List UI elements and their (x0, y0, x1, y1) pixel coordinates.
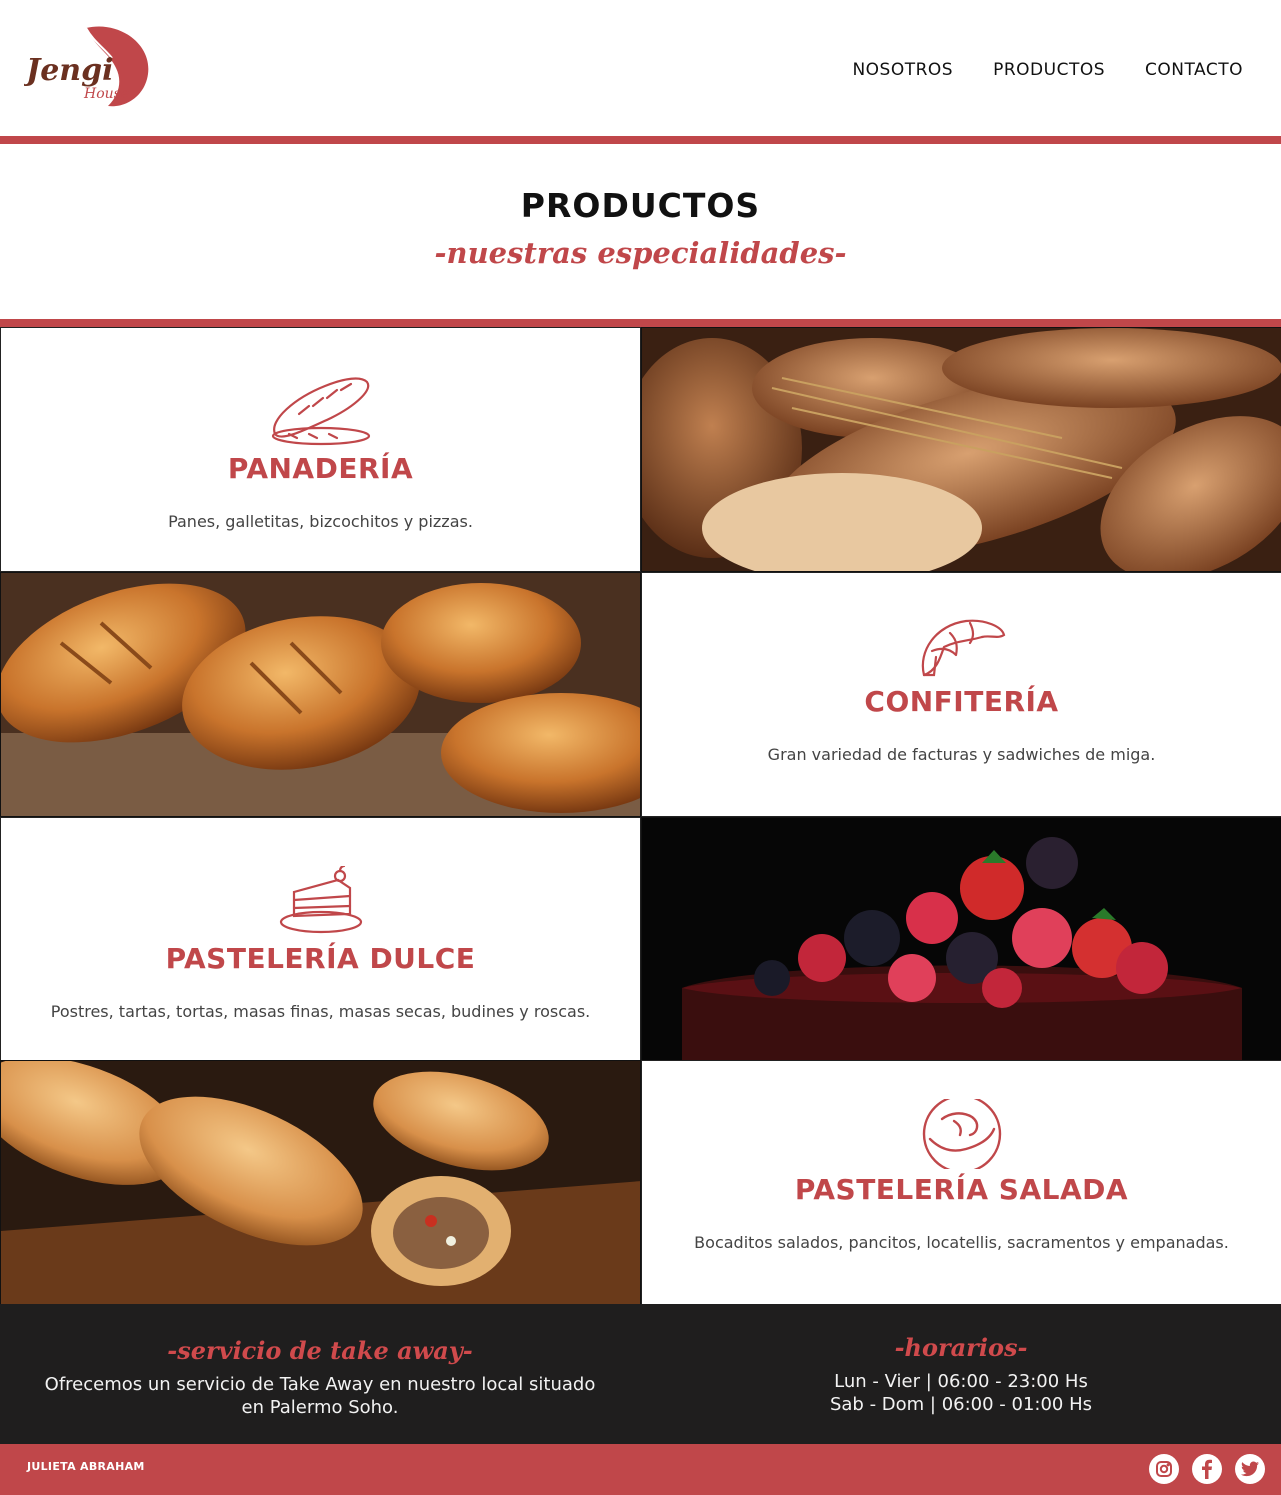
category-description: Gran variedad de facturas y sadwiches de… (767, 745, 1156, 764)
takeaway-text: Ofrecemos un servicio de Take Away en nu… (44, 1374, 596, 1418)
bread-photo (641, 327, 1281, 572)
category-description: Bocaditos salados, pancitos, locatellis,… (694, 1233, 1229, 1252)
hours-weekend: Sab - Dom | 06:00 - 01:00 Hs (829, 1394, 1093, 1415)
header-divider (0, 136, 1281, 144)
author-credit: JULIETA ABRAHAM (27, 1460, 145, 1473)
category-card-panaderia[interactable]: PANADERÍA Panes, galletitas, bizcochitos… (0, 327, 641, 572)
svg-text:Jengi: Jengi (24, 53, 113, 88)
category-card-confiteria[interactable]: CONFITERÍA Gran variedad de facturas y s… (641, 572, 1281, 817)
instagram-icon[interactable] (1149, 1454, 1179, 1484)
nav-link-productos[interactable]: PRODUCTOS (993, 60, 1105, 80)
title-section: PRODUCTOS -nuestras especialidades- (0, 144, 1281, 319)
cake-icon (278, 864, 364, 942)
category-title: PASTELERÍA DULCE (165, 942, 476, 975)
facebook-icon[interactable] (1192, 1454, 1222, 1484)
site-header: Jengi House NOSOTROS PRODUCTOS CONTACTO (0, 0, 1281, 136)
site-footer: JULIETA ABRAHAM (0, 1444, 1281, 1495)
bread-icon (265, 376, 377, 450)
nav-link-contacto[interactable]: CONTACTO (1145, 60, 1243, 80)
category-description: Postres, tartas, tortas, masas finas, ma… (50, 1002, 591, 1021)
category-title: PANADERÍA (227, 452, 414, 485)
croissant-icon (916, 611, 1008, 685)
nav-link-nosotros[interactable]: NOSOTROS (852, 60, 953, 80)
category-title: CONFITERÍA (864, 685, 1059, 718)
products-grid: PANADERÍA Panes, galletitas, bizcochitos… (0, 327, 1281, 1305)
title-divider (0, 319, 1281, 327)
brand-logo[interactable]: Jengi House (21, 24, 154, 110)
main-nav: NOSOTROS PRODUCTOS CONTACTO (852, 60, 1243, 80)
croissant-photo (0, 572, 641, 817)
empanada-photo (0, 1060, 641, 1305)
category-title: PASTELERÍA SALADA (794, 1173, 1129, 1206)
svg-text:House: House (83, 86, 129, 102)
takeaway-title: -servicio de take away- (167, 1336, 473, 1365)
page-subtitle: -nuestras especialidades- (434, 236, 847, 270)
twitter-icon[interactable] (1235, 1454, 1265, 1484)
cake-photo (641, 817, 1281, 1062)
hours-weekday: Lun - Vier | 06:00 - 23:00 Hs (834, 1371, 1088, 1392)
category-card-pasteleria-dulce[interactable]: PASTELERÍA DULCE Postres, tartas, tortas… (0, 817, 641, 1062)
hours-title: -horarios- (894, 1333, 1028, 1362)
bun-icon (920, 1094, 1004, 1174)
category-description: Panes, galletitas, bizcochitos y pizzas. (168, 512, 473, 531)
social-links (1149, 1454, 1265, 1484)
page-title: PRODUCTOS (520, 186, 761, 225)
category-card-pasteleria-salada[interactable]: PASTELERÍA SALADA Bocaditos salados, pan… (641, 1060, 1281, 1305)
info-section: -servicio de take away- Ofrecemos un ser… (0, 1304, 1281, 1444)
